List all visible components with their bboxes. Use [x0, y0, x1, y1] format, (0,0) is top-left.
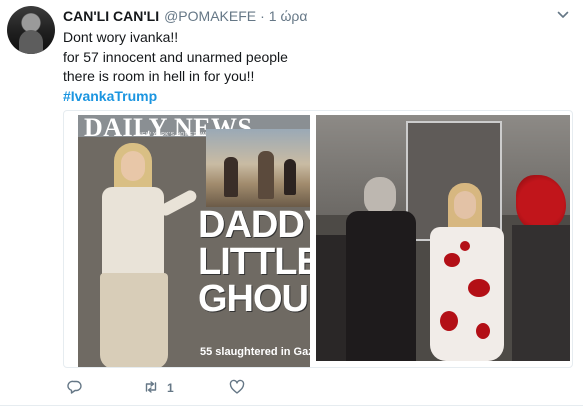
- tweet-text-line: for 57 innocent and unarmed people: [63, 48, 288, 65]
- retweet-count: 1: [167, 381, 174, 395]
- zombie-figure: [346, 177, 416, 361]
- tweet-actions: 1: [63, 378, 363, 398]
- timestamp[interactable]: 1 ώρα: [269, 8, 308, 24]
- chevron-down-icon[interactable]: [557, 8, 569, 20]
- headline-line: GHOUL: [198, 278, 310, 320]
- cover-headline: DADDY'S LITTLE GHOUL: [198, 204, 310, 320]
- tweet-header: CAN'LI CAN'LI @POMAKEFE · 1 ώρα: [63, 8, 307, 26]
- tweet-text-line: Dont wory ivanka!!: [63, 29, 179, 45]
- headline-line: DADDY'S: [198, 204, 310, 246]
- reply-button[interactable]: [67, 378, 83, 398]
- bloodied-figure: [424, 183, 510, 361]
- hashtag-link[interactable]: #IvankaTrump: [63, 87, 563, 107]
- author-name[interactable]: CAN'LI CAN'LI: [63, 8, 159, 24]
- zombie-costume-image[interactable]: [316, 115, 570, 361]
- retweet-icon: [143, 379, 159, 398]
- reply-icon: [67, 379, 83, 398]
- cover-figure: [88, 137, 199, 367]
- cover-subhead: 55 slaughtered in Gaza,: [200, 346, 310, 358]
- separator-dot: ·: [260, 8, 265, 24]
- tweet-media[interactable]: DAILY NEWS NEW YORK'S HOMETOWN DADDY'S L…: [63, 110, 573, 368]
- tweet-text-line: there is room in hell in for you!!: [63, 68, 255, 84]
- tweet[interactable]: CAN'LI CAN'LI @POMAKEFE · 1 ώρα Dont wor…: [0, 0, 583, 406]
- tweet-text: Dont wory ivanka!! for 57 innocent and u…: [63, 28, 563, 106]
- headline-line: LITTLE: [198, 241, 310, 283]
- newspaper-cover-image[interactable]: DAILY NEWS NEW YORK'S HOMETOWN DADDY'S L…: [78, 115, 310, 367]
- avatar[interactable]: [7, 6, 55, 54]
- like-button[interactable]: [229, 378, 245, 398]
- heart-icon: [229, 379, 245, 398]
- author-handle[interactable]: @POMAKEFE: [164, 8, 256, 24]
- retweet-button[interactable]: 1: [143, 378, 174, 398]
- cover-inset-photo: [206, 129, 310, 207]
